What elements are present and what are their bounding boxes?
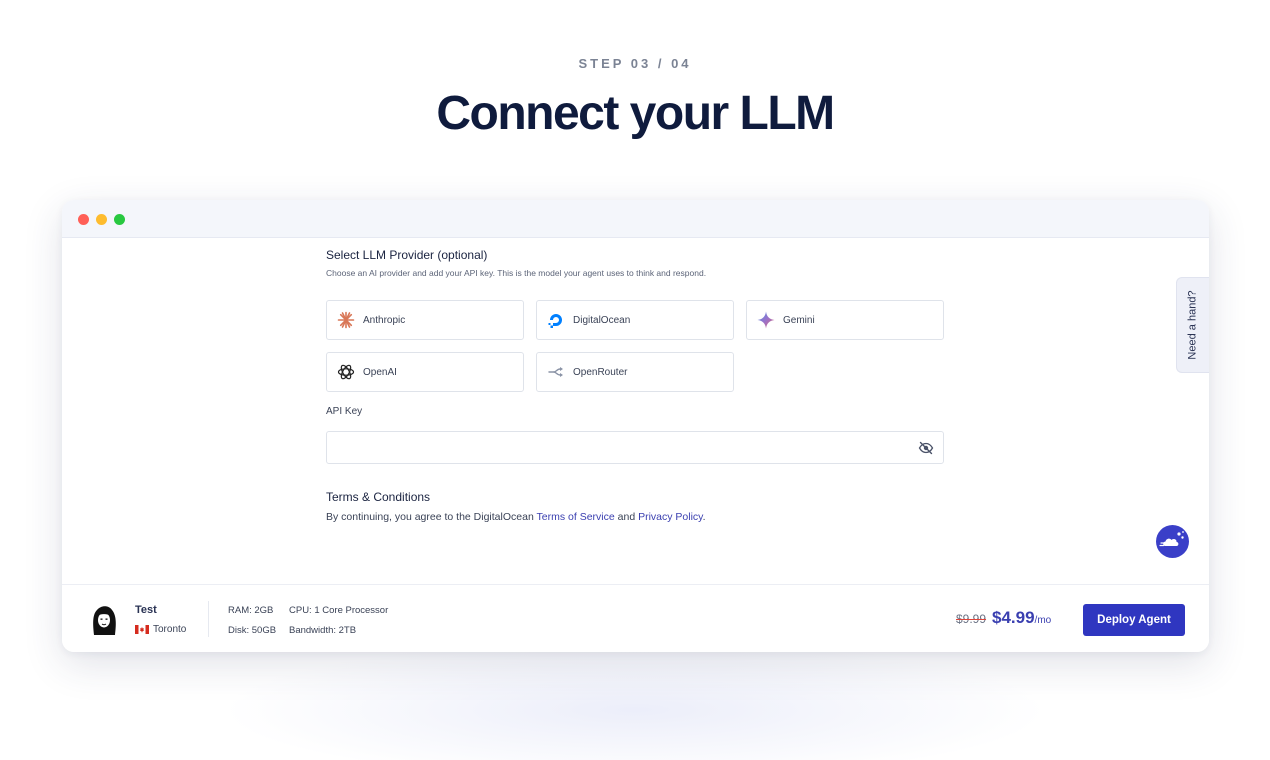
provider-section-subtitle: Choose an AI provider and add your API k… xyxy=(326,268,707,278)
provider-option-anthropic[interactable]: Anthropic xyxy=(326,300,524,340)
step-indicator: STEP 03 / 04 xyxy=(578,56,692,71)
terms-and: and xyxy=(614,511,639,523)
agent-name: Test xyxy=(135,604,157,616)
terms-of-service-link[interactable]: Terms of Service xyxy=(537,511,615,523)
spec-bandwidth: Bandwidth: 2TB xyxy=(289,625,357,636)
close-window-dot[interactable] xyxy=(78,214,89,225)
terms-suffix: . xyxy=(702,511,706,523)
gemini-icon xyxy=(757,311,775,329)
provider-label: DigitalOcean xyxy=(573,314,631,326)
openai-icon xyxy=(337,363,355,381)
api-key-field xyxy=(326,431,944,464)
original-price: $9.99 xyxy=(956,612,987,626)
canada-flag-icon xyxy=(135,625,149,634)
provider-label: Anthropic xyxy=(363,314,406,326)
provider-option-openrouter[interactable]: OpenRouter xyxy=(536,352,734,392)
anthropic-icon xyxy=(337,311,355,329)
window-titlebar xyxy=(62,200,1209,238)
maximize-window-dot[interactable] xyxy=(114,214,125,225)
api-key-label: API Key xyxy=(326,406,363,417)
spec-disk: Disk: 50GB xyxy=(228,625,277,636)
agent-avatar xyxy=(86,601,122,637)
provider-label: OpenAI xyxy=(363,366,397,378)
terms-text: By continuing, you agree to the DigitalO… xyxy=(326,511,706,523)
need-help-label: Need a hand? xyxy=(1187,290,1199,360)
chat-support-button[interactable] xyxy=(1156,525,1189,558)
provider-label: Gemini xyxy=(783,314,815,326)
page-title: Connect your LLM xyxy=(436,87,835,140)
provider-section-title: Select LLM Provider (optional) xyxy=(326,248,488,262)
price-period: /mo xyxy=(1034,615,1052,626)
deploy-agent-button[interactable]: Deploy Agent xyxy=(1083,604,1185,636)
spec-ram: RAM: 2GB xyxy=(228,605,274,616)
discounted-price: $4.99/mo xyxy=(992,608,1051,628)
price-value: $4.99 xyxy=(992,608,1035,627)
terms-title: Terms & Conditions xyxy=(326,490,431,504)
provider-option-openai[interactable]: OpenAI xyxy=(326,352,524,392)
agent-location: Toronto xyxy=(135,624,186,635)
minimize-window-dot[interactable] xyxy=(96,214,107,225)
api-key-input[interactable] xyxy=(337,432,907,463)
openrouter-icon xyxy=(547,363,565,381)
order-summary-bar: Test Toronto RAM: 2GB Disk: 50GB CPU: 1 … xyxy=(62,584,1209,652)
terms-prefix: By continuing, you agree to the DigitalO… xyxy=(326,511,537,523)
browser-window: Select LLM Provider (optional) Choose an… xyxy=(62,200,1209,652)
digitalocean-icon xyxy=(547,311,565,329)
provider-option-gemini[interactable]: Gemini xyxy=(746,300,944,340)
spec-cpu: CPU: 1 Core Processor xyxy=(289,605,389,616)
provider-option-digitalocean[interactable]: DigitalOcean xyxy=(536,300,734,340)
eye-off-icon[interactable] xyxy=(918,440,934,456)
need-help-tab[interactable]: Need a hand? xyxy=(1176,277,1209,373)
location-label: Toronto xyxy=(153,624,187,635)
footer-divider xyxy=(208,601,209,637)
chat-cloud-icon xyxy=(1159,531,1184,547)
provider-label: OpenRouter xyxy=(573,366,628,378)
privacy-policy-link[interactable]: Privacy Policy xyxy=(638,511,703,523)
background-glow xyxy=(220,640,1050,760)
